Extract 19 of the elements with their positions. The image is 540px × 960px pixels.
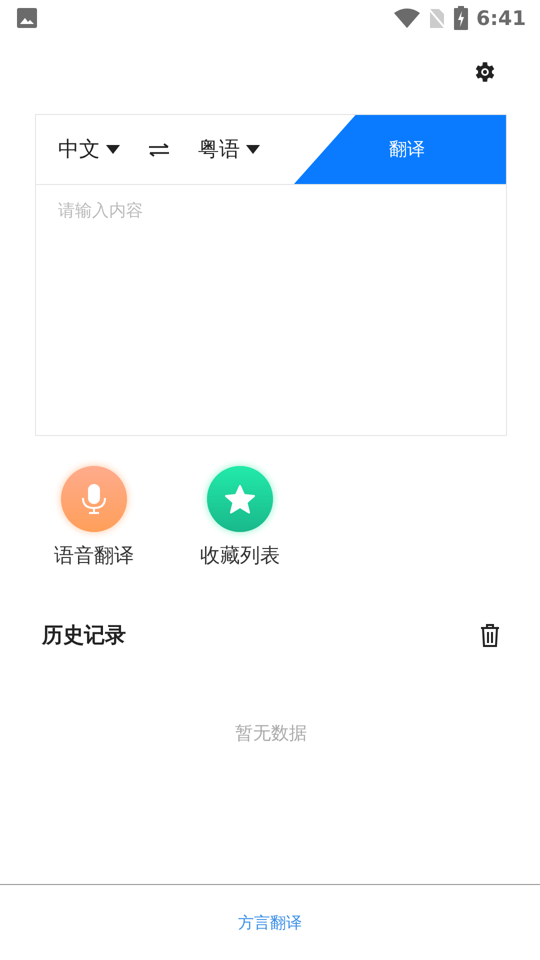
section-title: 历史记录 bbox=[42, 622, 126, 649]
empty-state-text: 暂无数据 bbox=[234, 722, 308, 746]
wifi-icon bbox=[394, 8, 420, 28]
no-sim-icon bbox=[428, 7, 446, 29]
image-icon bbox=[16, 7, 38, 29]
translate-button[interactable]: 翻译 bbox=[294, 115, 506, 184]
caret-icon bbox=[106, 145, 120, 154]
trash-icon[interactable] bbox=[480, 624, 500, 648]
star-icon bbox=[207, 466, 273, 532]
text-input-field[interactable]: 请输入内容 bbox=[35, 185, 507, 436]
swap-icon[interactable] bbox=[148, 142, 170, 156]
action-button[interactable]: 语音翻译 bbox=[54, 466, 134, 570]
status-time: 6:41 bbox=[476, 5, 526, 32]
action-button[interactable]: 收藏列表 bbox=[200, 466, 280, 570]
caret-icon bbox=[246, 145, 260, 154]
battery-icon bbox=[454, 6, 468, 30]
target-language-dropdown[interactable]: 粤语 bbox=[198, 134, 260, 166]
source-language-dropdown[interactable]: 中文 bbox=[58, 134, 120, 166]
microphone-icon bbox=[61, 466, 127, 532]
